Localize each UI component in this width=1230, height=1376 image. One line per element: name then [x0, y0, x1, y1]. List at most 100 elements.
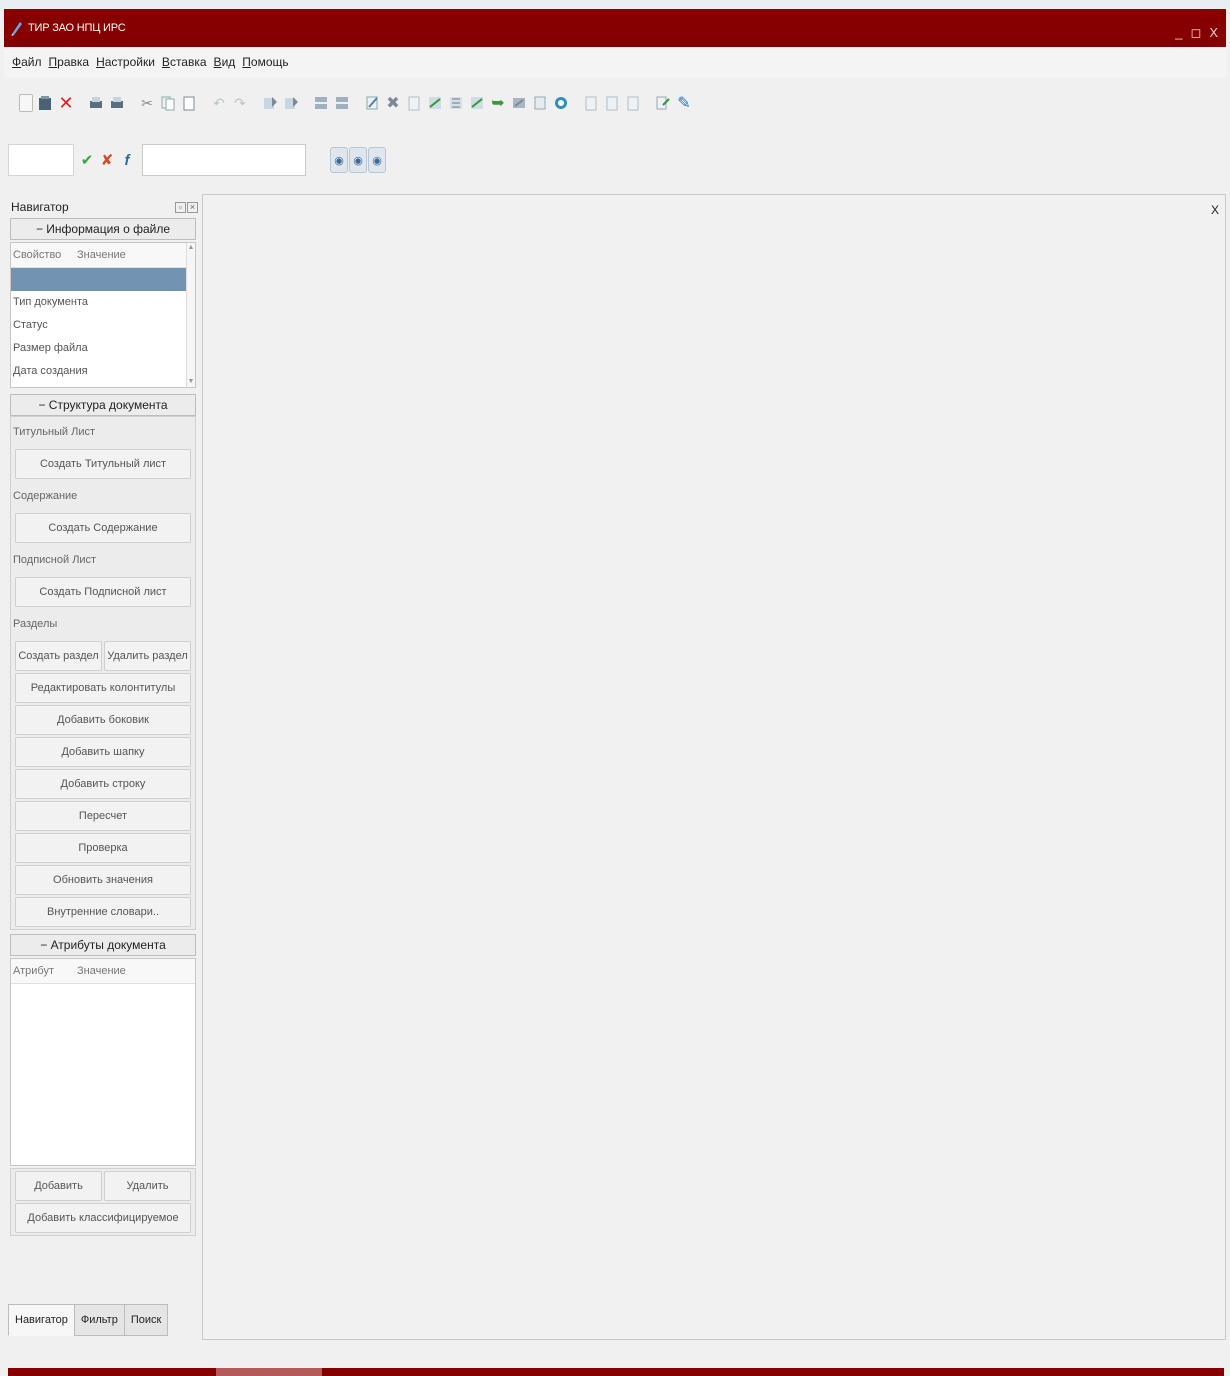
recalc-button[interactable]: Пересчет	[15, 801, 191, 831]
main-toolbar: ✕ ✂ ↶ ↷ ✖ ➥ ✎	[4, 80, 1226, 126]
structure-header[interactable]: − Структура документа	[10, 394, 196, 416]
taskbar-item[interactable]	[216, 1368, 322, 1376]
add-header-button[interactable]: Добавить шапку	[15, 737, 191, 767]
contents-group: Содержание	[11, 481, 195, 511]
file-info-row-type[interactable]: Тип документа	[11, 291, 195, 314]
fx-icon[interactable]: f	[120, 152, 134, 169]
menu-settings[interactable]: Настройки	[96, 55, 155, 69]
delete-section-button[interactable]: Удалить раздел	[104, 641, 191, 671]
window-controls: _ ◻ X	[1175, 25, 1218, 41]
attr-add-delete-row: Добавить Удалить	[15, 1171, 191, 1201]
formula-input[interactable]	[142, 144, 306, 176]
file-info-header[interactable]: − Информация о файле	[10, 218, 196, 240]
check-button[interactable]: Проверка	[15, 833, 191, 863]
split-icon[interactable]	[333, 93, 351, 113]
document-area[interactable]: X	[202, 194, 1226, 1340]
minimize-button[interactable]: _	[1175, 25, 1182, 41]
file-info-scrollbar[interactable]: ▲ ▼	[186, 243, 195, 387]
menu-edit[interactable]: Правка	[49, 55, 90, 69]
file-info-row-date[interactable]: Дата создания	[11, 360, 195, 383]
dock-close-icon[interactable]: ×	[187, 201, 198, 213]
menu-view[interactable]: Вид	[214, 55, 236, 69]
copy-doc-icon[interactable]	[654, 93, 672, 113]
taskbar	[8, 1368, 1224, 1376]
edit-icon[interactable]	[363, 93, 381, 113]
col-property[interactable]: Свойство	[11, 243, 75, 267]
add-attribute-button[interactable]: Добавить	[15, 1171, 102, 1201]
cancel-formula-button[interactable]: ✘	[100, 151, 114, 169]
zoom-out-icon[interactable]: ◉	[349, 147, 367, 173]
file-info-table: Свойство Значение Имя файла Тип документ…	[10, 242, 196, 388]
merge-icon[interactable]	[312, 93, 330, 113]
dictionaries-button[interactable]: Внутренние словари..	[15, 897, 191, 927]
check-icon[interactable]	[468, 93, 486, 113]
print-icon[interactable]	[87, 93, 105, 113]
restore-button[interactable]: ◻	[1191, 25, 1202, 41]
close-document-button[interactable]: X	[1211, 203, 1219, 217]
navigator-header: Навигатор ▫ ×	[8, 196, 198, 218]
delete-attribute-button[interactable]: Удалить	[104, 1171, 191, 1201]
file-info-row-status[interactable]: Статус	[11, 314, 195, 337]
zoom-fit-icon[interactable]: ◉	[368, 147, 386, 173]
delete-icon[interactable]: ✖	[384, 93, 402, 113]
menu-bar: Файл Правка Настройки Вставка Вид Помощь	[4, 47, 1226, 77]
tab-navigator[interactable]: Навигатор	[8, 1304, 75, 1336]
table-icon[interactable]	[426, 93, 444, 113]
page3-icon[interactable]	[603, 93, 621, 113]
add-side-button[interactable]: Добавить боковик	[15, 705, 191, 735]
copy-icon[interactable]	[159, 93, 177, 113]
cut-icon[interactable]: ✂	[138, 93, 156, 113]
create-section-button[interactable]: Создать раздел	[15, 641, 102, 671]
col-value[interactable]: Значение	[75, 243, 126, 267]
page2-icon[interactable]	[582, 93, 600, 113]
scroll-down-icon[interactable]: ▼	[187, 377, 195, 387]
menu-file[interactable]: Файл	[12, 55, 42, 69]
structure-section: Титульный Лист Создать Титульный лист Со…	[10, 416, 196, 930]
formula-bar: ✔ ✘ f ◉ ◉ ◉	[4, 136, 1226, 184]
add-row-button[interactable]: Добавить строку	[15, 769, 191, 799]
new-icon[interactable]	[19, 94, 33, 112]
tab-search[interactable]: Поиск	[123, 1304, 169, 1336]
page-icon[interactable]	[552, 93, 570, 113]
menu-help[interactable]: Помощь	[242, 55, 288, 69]
open-icon[interactable]	[36, 93, 54, 113]
undo-icon[interactable]: ↶	[210, 93, 228, 113]
col-attr-value[interactable]: Значение	[75, 959, 126, 983]
link-icon[interactable]: ✎	[675, 93, 693, 113]
file-info-row-size[interactable]: Размер файла	[11, 337, 195, 360]
add-classified-button[interactable]: Добавить классифицируемое	[15, 1203, 191, 1233]
tab-filter[interactable]: Фильтр	[73, 1304, 125, 1336]
navigator-panel: Навигатор ▫ × − Информация о файле Свойс…	[8, 196, 198, 1336]
sign-sheet-group: Подписной Лист	[11, 545, 195, 575]
import-icon[interactable]: ➥	[489, 93, 507, 113]
refresh-icon[interactable]	[531, 93, 549, 113]
menu-insert[interactable]: Вставка	[162, 55, 207, 69]
float-icon[interactable]: ▫	[175, 201, 186, 213]
title-sheet-group: Титульный Лист	[11, 417, 195, 447]
create-title-button[interactable]: Создать Титульный лист	[15, 449, 191, 479]
close-icon[interactable]: ✕	[57, 93, 75, 113]
update-values-button[interactable]: Обновить значения	[15, 865, 191, 895]
file-info-row-name[interactable]: Имя файла	[11, 268, 195, 291]
attributes-header[interactable]: − Атрибуты документа	[10, 934, 196, 956]
cell-reference-field[interactable]	[8, 144, 74, 176]
paste-icon[interactable]	[180, 93, 198, 113]
insert-col-icon[interactable]	[282, 93, 300, 113]
zoom-in-icon[interactable]: ◉	[330, 147, 348, 173]
create-sign-button[interactable]: Создать Подписной лист	[15, 577, 191, 607]
redo-icon[interactable]: ↷	[231, 93, 249, 113]
page4-icon[interactable]	[624, 93, 642, 113]
col-attribute[interactable]: Атрибут	[11, 959, 75, 983]
insert-row-icon[interactable]	[261, 93, 279, 113]
attributes-table-header: Атрибут Значение	[11, 959, 195, 984]
edit-headers-button[interactable]: Редактировать колонтитулы	[15, 673, 191, 703]
export-icon[interactable]	[510, 93, 528, 113]
scroll-up-icon[interactable]: ▲	[187, 243, 195, 253]
tree-icon[interactable]	[447, 93, 465, 113]
create-contents-button[interactable]: Создать Содержание	[15, 513, 191, 543]
print-preview-icon[interactable]	[108, 93, 126, 113]
top-strip	[0, 0, 1230, 9]
format-icon[interactable]	[405, 93, 423, 113]
close-window-button[interactable]: X	[1209, 25, 1218, 41]
accept-formula-button[interactable]: ✔	[80, 151, 94, 169]
